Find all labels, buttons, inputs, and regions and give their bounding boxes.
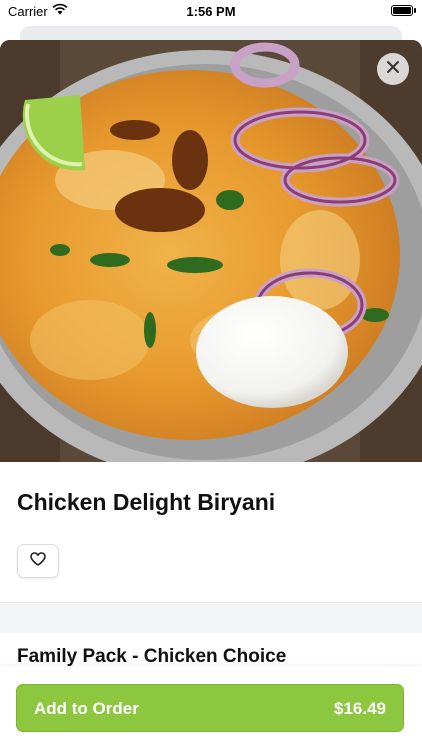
add-to-order-label: Add to Order xyxy=(34,699,139,718)
status-time: 1:56 PM xyxy=(186,4,236,19)
close-button[interactable] xyxy=(377,53,409,85)
section-divider xyxy=(0,602,422,633)
item-photo xyxy=(0,40,422,462)
battery-icon xyxy=(391,5,416,16)
status-bar: Carrier 1:56 PM xyxy=(0,0,422,22)
close-icon xyxy=(386,60,400,79)
item-title: Chicken Delight Biryani xyxy=(17,489,276,515)
option-section-title: Family Pack - Chicken Choice xyxy=(17,646,287,667)
favorite-button[interactable] xyxy=(17,544,59,578)
price-label: $16.49 xyxy=(334,699,386,718)
add-to-order-button[interactable]: Add to Order $16.49 xyxy=(16,684,404,732)
heart-icon xyxy=(30,551,46,571)
